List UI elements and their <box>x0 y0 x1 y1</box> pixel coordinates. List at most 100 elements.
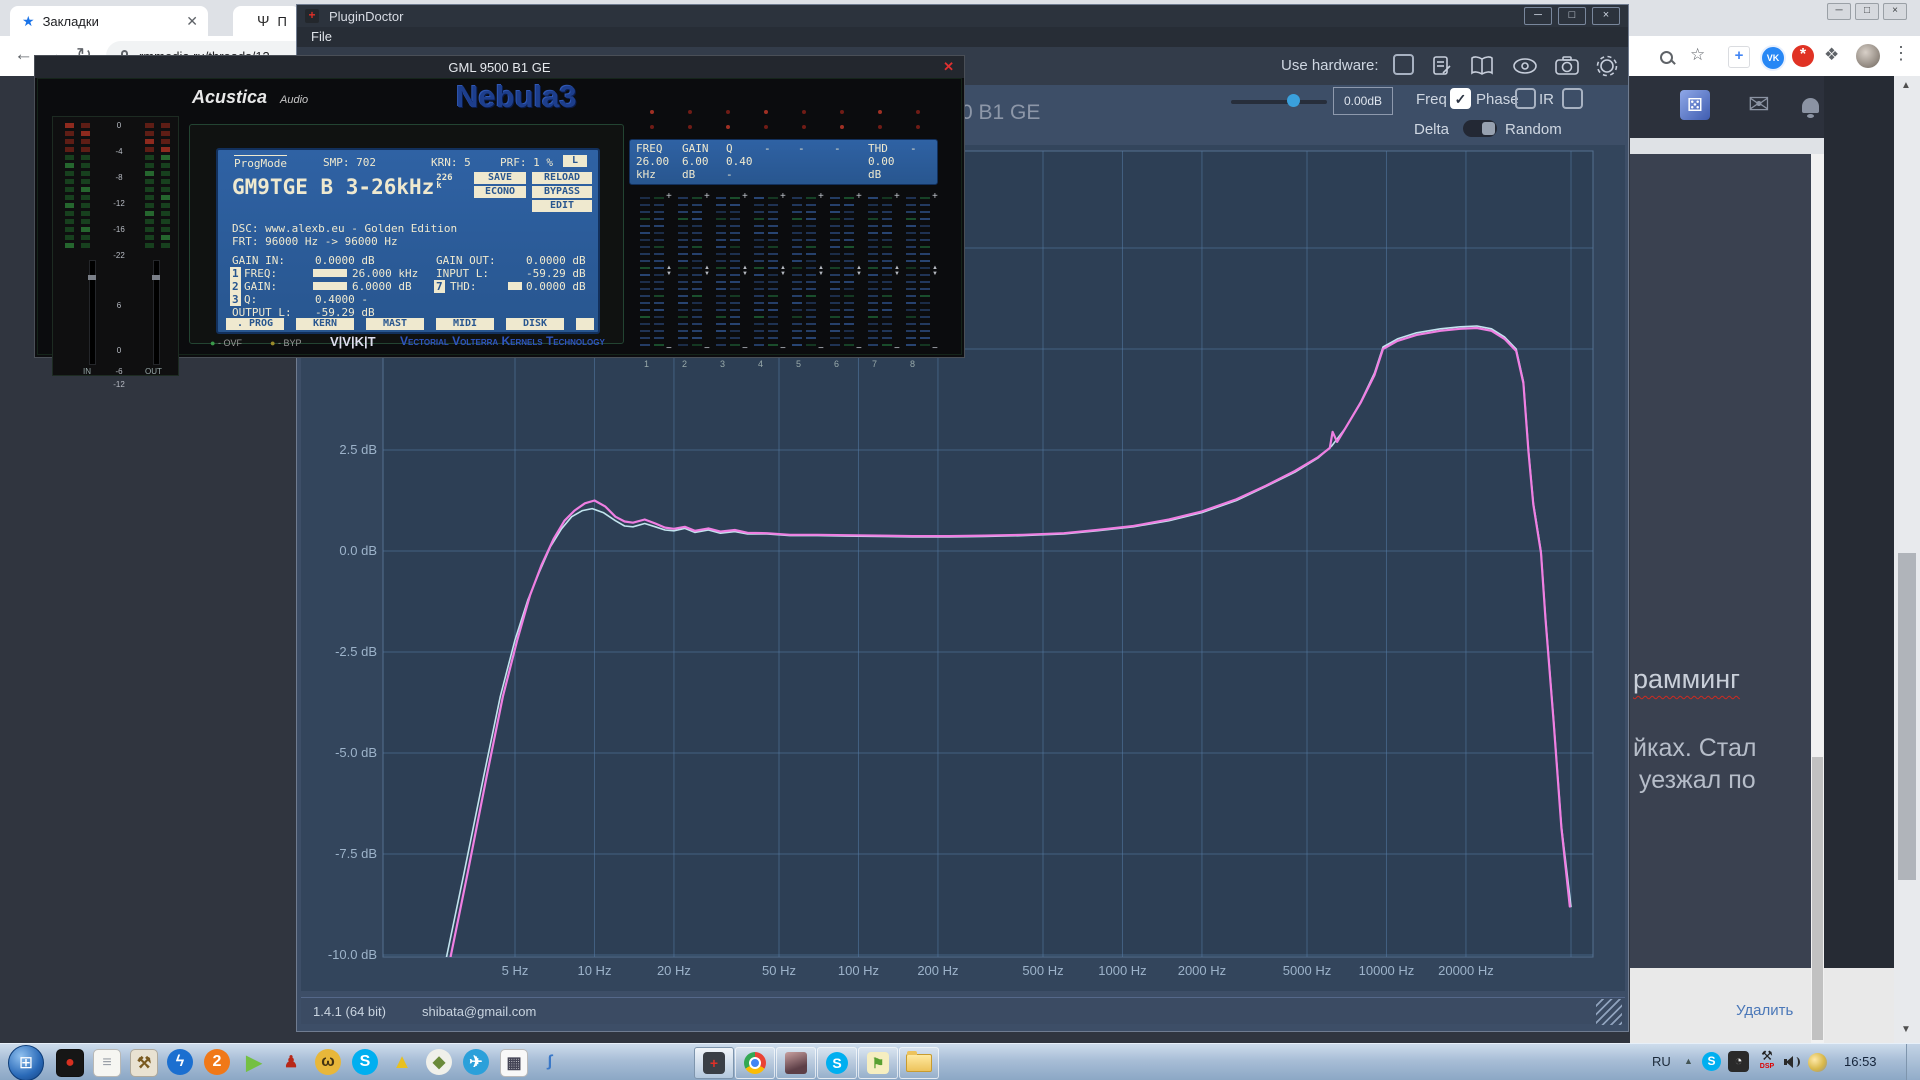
ir-checkbox[interactable] <box>1562 88 1583 109</box>
slider-minus-icon[interactable]: − <box>856 343 862 354</box>
browser-restore-button[interactable]: □ <box>1855 3 1879 20</box>
slider-stepper-icon[interactable]: ▲▼ <box>856 265 862 277</box>
slider-minus-icon[interactable]: − <box>704 343 710 354</box>
slider-stepper-icon[interactable]: ▲▼ <box>666 265 672 277</box>
gplus-extension-icon[interactable]: + <box>1728 46 1750 68</box>
calendar-icon[interactable]: ▦ <box>500 1049 528 1077</box>
phase-checkbox[interactable] <box>1515 88 1536 109</box>
slider-stepper-icon[interactable]: ▲▼ <box>894 265 900 277</box>
pd-restore-button[interactable]: □ <box>1558 7 1586 25</box>
alerts-bell-icon[interactable] <box>1802 98 1819 113</box>
skype-task-button[interactable]: S <box>817 1047 857 1079</box>
slider-plus-icon[interactable]: + <box>856 191 862 202</box>
preset-notes-icon[interactable] <box>1429 53 1455 79</box>
red-figure-icon[interactable]: ♟ <box>278 1049 304 1075</box>
file-menu[interactable]: File <box>311 27 332 47</box>
gain-value-box[interactable]: 0.00dB <box>1333 87 1393 115</box>
dragon-icon[interactable]: ∫ <box>537 1049 563 1075</box>
scroll-up-icon[interactable]: ▲ <box>1901 80 1911 91</box>
dsp-tray-icon[interactable]: ⚒ DSP <box>1756 1049 1778 1075</box>
extensions-puzzle-icon[interactable]: ❖ <box>1824 45 1839 65</box>
browser-tab-forum[interactable]: Ψ П <box>233 6 300 36</box>
slider-plus-icon[interactable]: + <box>780 191 786 202</box>
slider-minus-icon[interactable]: − <box>742 343 748 354</box>
slider-plus-icon[interactable]: + <box>742 191 748 202</box>
warning-triangle-icon[interactable]: ▲ <box>389 1049 415 1075</box>
skype-tray-icon[interactable]: S <box>1702 1052 1721 1071</box>
slider-stepper-icon[interactable]: ▲▼ <box>818 265 824 277</box>
screenshot-camera-icon[interactable] <box>1553 53 1581 79</box>
slider-plus-icon[interactable]: + <box>894 191 900 202</box>
nebula-close-icon[interactable]: ✕ <box>943 59 954 75</box>
folder-task-button[interactable] <box>899 1047 939 1079</box>
clock[interactable]: 16:53 <box>1844 1054 1877 1069</box>
slider-stepper-icon[interactable]: ▲▼ <box>780 265 786 277</box>
vk-extension-icon[interactable]: VK <box>1760 45 1786 71</box>
tab-close-icon[interactable]: ✕ <box>186 13 198 30</box>
resize-grip[interactable] <box>1596 999 1622 1025</box>
sheep-icon[interactable]: ω <box>315 1049 341 1075</box>
slider-plus-icon[interactable]: + <box>818 191 824 202</box>
slider-minus-icon[interactable]: − <box>894 343 900 354</box>
manual-book-icon[interactable] <box>1469 53 1495 79</box>
profile-avatar[interactable] <box>1856 44 1880 68</box>
hammer-tool-icon[interactable]: ⚒ <box>130 1049 158 1077</box>
gain-slider-thumb[interactable] <box>1287 94 1300 107</box>
slider-minus-icon[interactable]: − <box>932 343 938 354</box>
use-hardware-checkbox[interactable] <box>1393 54 1414 75</box>
back-button[interactable]: ← <box>14 44 33 66</box>
tray-expand-icon[interactable]: ▲ <box>1684 1056 1693 1066</box>
delete-link[interactable]: Удалить <box>1736 1002 1793 1019</box>
gain-slider-track[interactable] <box>1231 100 1327 104</box>
notepad-icon[interactable]: ≡ <box>93 1049 121 1077</box>
inner-scrollbar[interactable] <box>1811 154 1824 1043</box>
settings-gear-icon[interactable] <box>1593 52 1621 80</box>
chrome-task-button[interactable] <box>735 1047 775 1079</box>
slider-minus-icon[interactable]: − <box>818 343 824 354</box>
nebula-titlebar[interactable]: GML 9500 B1 GE ✕ <box>35 56 964 78</box>
page-scrollbar-thumb[interactable] <box>1898 553 1916 880</box>
plugindoctor-titlebar[interactable]: + PluginDoctor ─ □ × <box>297 5 1628 27</box>
messages-envelope-icon[interactable]: ✉ <box>1748 89 1770 120</box>
slider-plus-icon[interactable]: + <box>704 191 710 202</box>
forum-logo-cube-icon[interactable]: ⚄ <box>1680 90 1710 120</box>
notes-task-button[interactable]: ⚑ <box>858 1047 898 1079</box>
show-desktop-button[interactable] <box>1906 1044 1920 1080</box>
slider-stepper-icon[interactable]: ▲▼ <box>704 265 710 277</box>
weather-tray-icon[interactable] <box>1808 1053 1827 1072</box>
slider-stepper-icon[interactable]: ▲▼ <box>932 265 938 277</box>
lightning-icon[interactable]: ϟ <box>167 1049 193 1075</box>
adblock-extension-icon[interactable]: * <box>1792 45 1814 67</box>
zoom-icon[interactable] <box>1660 51 1673 64</box>
pd-minimize-button[interactable]: ─ <box>1524 7 1552 25</box>
slider-plus-icon[interactable]: + <box>666 191 672 202</box>
slider-plus-icon[interactable]: + <box>932 191 938 202</box>
volume-tray-icon[interactable] <box>1784 1055 1800 1069</box>
browser-close-button[interactable]: × <box>1883 3 1907 20</box>
language-indicator[interactable]: RU <box>1652 1054 1671 1069</box>
skype-icon[interactable]: S <box>352 1049 378 1075</box>
plugindoctor-task-button[interactable]: + <box>694 1047 734 1079</box>
recorder-icon[interactable]: ● <box>56 1049 84 1077</box>
slider-minus-icon[interactable]: − <box>780 343 786 354</box>
freq-checkbox[interactable]: ✓ <box>1450 88 1471 109</box>
browser-menu-icon[interactable]: ⋮ <box>1892 43 1910 64</box>
eye-icon[interactable] <box>1511 53 1539 79</box>
start-button[interactable]: ⊞ <box>8 1045 44 1080</box>
browser-tab-bookmarks[interactable]: ★ Закладки ✕ <box>10 6 208 36</box>
slider-minus-icon[interactable]: − <box>666 343 672 354</box>
shield-icon[interactable]: ◆ <box>426 1049 452 1075</box>
slider-stepper-icon[interactable]: ▲▼ <box>742 265 748 277</box>
orange-2-icon[interactable]: 2 <box>204 1049 230 1075</box>
bookmark-this-star-icon[interactable]: ☆ <box>1690 45 1705 65</box>
scroll-down-icon[interactable]: ▼ <box>1901 1024 1911 1035</box>
inner-scrollbar-thumb[interactable] <box>1812 757 1823 1040</box>
pd-close-button[interactable]: × <box>1592 7 1620 25</box>
anime-avatar-task-button[interactable] <box>776 1047 816 1079</box>
delta-random-toggle[interactable] <box>1463 120 1497 137</box>
browser-minimize-button[interactable]: ─ <box>1827 3 1851 20</box>
green-arrow-icon[interactable]: ▶ <box>241 1049 267 1075</box>
gauge-tray-icon[interactable]: ◔ <box>1728 1051 1749 1072</box>
page-scrollbar[interactable]: ▲ ▼ <box>1894 76 1920 1043</box>
telegram-icon[interactable]: ✈ <box>463 1049 489 1075</box>
